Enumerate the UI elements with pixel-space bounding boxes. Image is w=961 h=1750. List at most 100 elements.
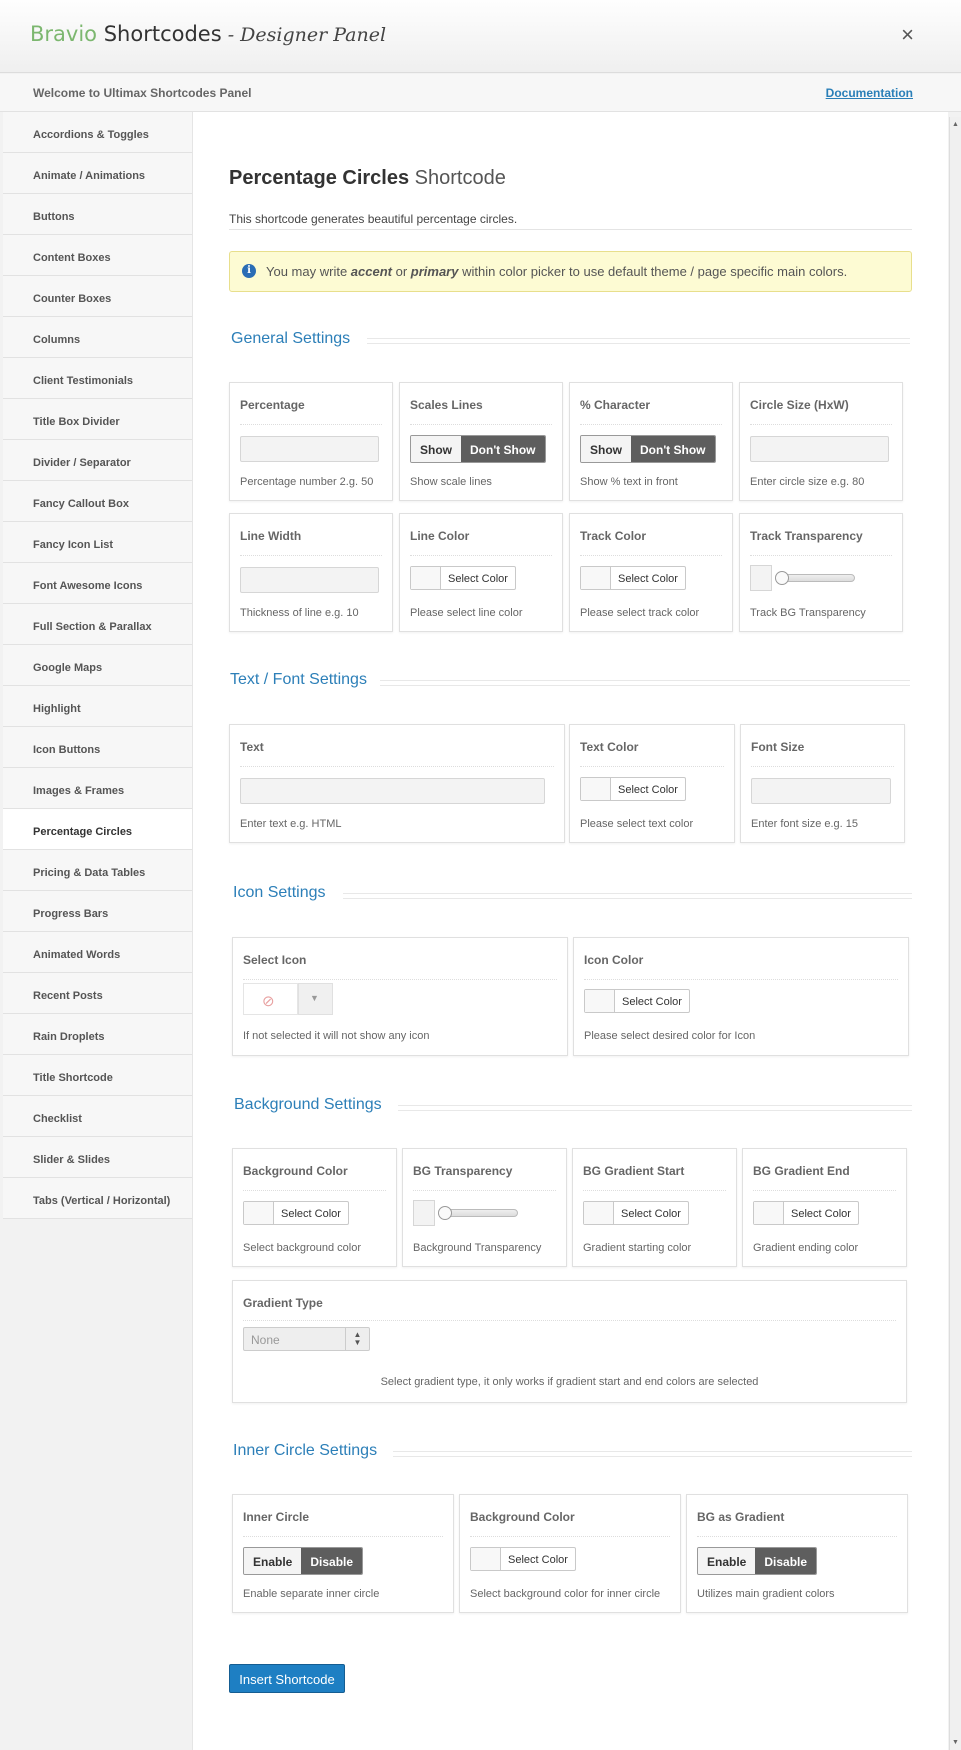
gradient-enable-button[interactable]: Enable [698, 1548, 756, 1574]
select-color-button[interactable]: Select Color [615, 990, 689, 1012]
sidebar-item-fancy-icon-list[interactable]: Fancy Icon List [3, 522, 192, 563]
card-separator [580, 555, 722, 556]
scales-lines-help: Show scale lines [410, 476, 492, 488]
sidebar-item-google-maps[interactable]: Google Maps [3, 645, 192, 686]
slider-value-box[interactable] [413, 1200, 435, 1226]
circle-size-help: Enter circle size e.g. 80 [750, 476, 865, 488]
background-color-picker[interactable]: Select Color [243, 1201, 349, 1225]
sidebar-item-counter-boxes[interactable]: Counter Boxes [3, 276, 192, 317]
percentage-help: Percentage number 2.g. 50 [240, 476, 374, 488]
insert-shortcode-button[interactable]: Insert Shortcode [229, 1664, 345, 1693]
scrollbar[interactable]: ▲ ▼ [949, 117, 961, 1750]
sidebar-item-title-box-divider[interactable]: Title Box Divider [3, 399, 192, 440]
icon-color-picker[interactable]: Select Color [584, 989, 690, 1013]
icon-picker[interactable]: ⊘ ▼ [243, 983, 333, 1015]
close-icon[interactable]: × [901, 24, 914, 46]
sidebar-item-title-shortcode[interactable]: Title Shortcode [3, 1055, 192, 1096]
sidebar-item-percentage-circles[interactable]: Percentage Circles [3, 809, 192, 850]
sidebar-item-images-frames[interactable]: Images & Frames [3, 768, 192, 809]
select-color-button[interactable]: Select Color [441, 567, 515, 589]
notice-text-e: within color picker to use default theme… [458, 264, 848, 279]
select-color-button[interactable]: Select Color [611, 778, 685, 800]
sidebar-item-buttons[interactable]: Buttons [3, 194, 192, 235]
card-bg-gradient: BG as Gradient Enable Disable Utilizes ma… [686, 1494, 908, 1613]
sidebar-item-highlight[interactable]: Highlight [3, 686, 192, 727]
color-swatch[interactable] [244, 1202, 274, 1224]
sidebar-item-animated-words[interactable]: Animated Words [3, 932, 192, 973]
line-width-input[interactable] [240, 567, 379, 593]
select-color-button[interactable]: Select Color [611, 567, 685, 589]
gradient-disable-button[interactable]: Disable [755, 1548, 817, 1574]
slider-value-box[interactable] [750, 565, 772, 591]
sidebar-item-client-testimonials[interactable]: Client Testimonials [3, 358, 192, 399]
sidebar-item-checklist[interactable]: Checklist [3, 1096, 192, 1137]
card-font-size: Font Size Enter font size e.g. 15 [740, 724, 905, 843]
gradient-type-select[interactable]: None ▲ ▼ [243, 1327, 370, 1351]
sidebar-item-columns[interactable]: Columns [3, 317, 192, 358]
select-color-button[interactable]: Select Color [614, 1202, 688, 1224]
text-color-help: Please select text color [580, 818, 694, 830]
text-color-picker[interactable]: Select Color [580, 777, 686, 801]
scroll-down-icon[interactable]: ▼ [952, 1739, 959, 1746]
card-circle-size: Circle Size (HxW) Enter circle size e.g.… [739, 382, 903, 501]
icon-dropdown-button[interactable]: ▼ [298, 983, 333, 1015]
circle-size-input[interactable] [750, 436, 889, 462]
slider-handle[interactable] [438, 1206, 452, 1220]
sidebar-item-content-boxes[interactable]: Content Boxes [3, 235, 192, 276]
sidebar-item-fancy-callout-box[interactable]: Fancy Callout Box [3, 481, 192, 522]
gradient-start-label: BG Gradient Start [583, 1164, 685, 1178]
scroll-up-icon[interactable]: ▲ [952, 121, 959, 128]
bg-transparency-help: Background Transparency [413, 1242, 542, 1254]
track-transparency-slider[interactable] [750, 565, 860, 591]
select-color-button[interactable]: Select Color [274, 1202, 348, 1224]
sidebar-item-pricing-data-tables[interactable]: Pricing & Data Tables [3, 850, 192, 891]
text-input[interactable] [240, 778, 545, 804]
sidebar-item-divider-separator[interactable]: Divider / Separator [3, 440, 192, 481]
bg-transparency-slider[interactable] [413, 1200, 523, 1226]
gradient-end-picker[interactable]: Select Color [753, 1201, 859, 1225]
card-separator [243, 1320, 896, 1321]
color-swatch[interactable] [581, 778, 611, 800]
sidebar-item-icon-buttons[interactable]: Icon Buttons [3, 727, 192, 768]
character-show-button[interactable]: Show [581, 436, 631, 462]
line-color-picker[interactable]: Select Color [410, 566, 516, 590]
color-swatch[interactable] [585, 990, 615, 1012]
sidebar-item-progress-bars[interactable]: Progress Bars [3, 891, 192, 932]
color-swatch[interactable] [411, 567, 441, 589]
color-swatch[interactable] [581, 567, 611, 589]
sidebar-item-slider-slides[interactable]: Slider & Slides [3, 1137, 192, 1178]
section-icon-title: Icon Settings [233, 884, 326, 901]
notice-text-c: or [391, 264, 411, 279]
scales-show-button[interactable]: Show [411, 436, 461, 462]
color-swatch[interactable] [754, 1202, 784, 1224]
font-size-input[interactable] [751, 778, 891, 804]
notice-primary: primary [410, 264, 459, 279]
sidebar-item-tabs-vertical-horizontal[interactable]: Tabs (Vertical / Horizontal) [3, 1178, 192, 1219]
icon-preview[interactable]: ⊘ [243, 983, 298, 1015]
documentation-link[interactable]: Documentation [826, 86, 913, 100]
slider-handle[interactable] [775, 571, 789, 585]
sidebar-item-animate-animations[interactable]: Animate / Animations [3, 153, 192, 194]
sidebar-item-accordions-toggles[interactable]: Accordions & Toggles [3, 112, 192, 153]
sidebar-item-recent-posts[interactable]: Recent Posts [3, 973, 192, 1014]
track-color-help: Please select track color [580, 607, 700, 619]
select-color-button[interactable]: Select Color [784, 1202, 858, 1224]
card-inner-bg-color: Background Color Select Color Select bac… [459, 1494, 681, 1613]
percentage-input[interactable] [240, 436, 379, 462]
sidebar-item-font-awesome-icons[interactable]: Font Awesome Icons [3, 563, 192, 604]
character-dont-show-button[interactable]: Don't Show [631, 436, 715, 462]
inner-bg-color-picker[interactable]: Select Color [470, 1547, 576, 1571]
icon-color-label: Icon Color [584, 953, 644, 967]
track-color-picker[interactable]: Select Color [580, 566, 686, 590]
color-swatch[interactable] [584, 1202, 614, 1224]
sidebar-item-rain-droplets[interactable]: Rain Droplets [3, 1014, 192, 1055]
card-separator [243, 979, 557, 980]
gradient-start-picker[interactable]: Select Color [583, 1201, 689, 1225]
card-percentage: Percentage Percentage number 2.g. 50 [229, 382, 393, 501]
inner-disable-button[interactable]: Disable [301, 1548, 363, 1574]
inner-enable-button[interactable]: Enable [244, 1548, 302, 1574]
sidebar-item-full-section-parallax[interactable]: Full Section & Parallax [3, 604, 192, 645]
scales-dont-show-button[interactable]: Don't Show [461, 436, 545, 462]
select-color-button[interactable]: Select Color [501, 1548, 575, 1570]
color-swatch[interactable] [471, 1548, 501, 1570]
